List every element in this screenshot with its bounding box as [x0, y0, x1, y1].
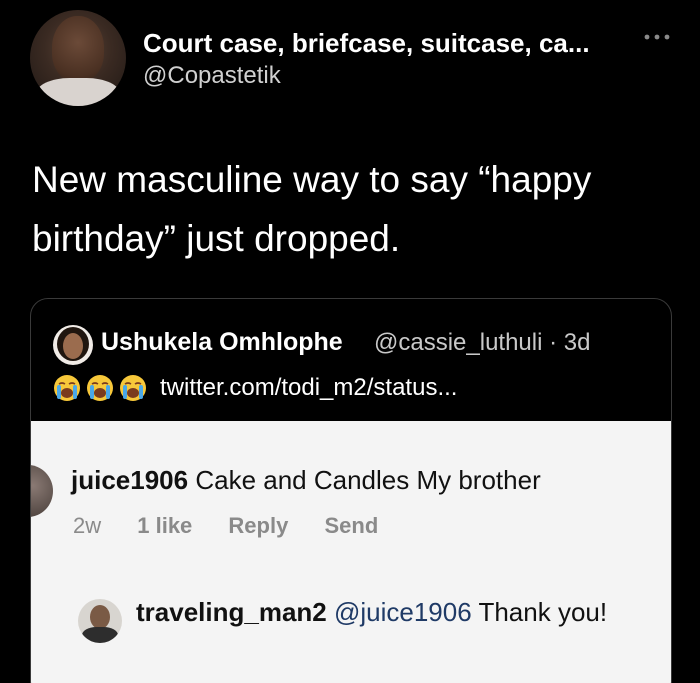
- more-horizontal-icon[interactable]: [642, 30, 672, 44]
- comment-reply-label: Reply: [228, 513, 289, 538]
- quote-author-name[interactable]: Ushukela Omhlophe: [101, 328, 343, 357]
- reply-username: traveling_man2: [136, 597, 327, 627]
- embedded-screenshot[interactable]: juice1906 Cake and Candles My brother 2w…: [31, 421, 671, 683]
- comment-age: 2w: [73, 513, 102, 538]
- reply-mention: @juice1906: [333, 597, 472, 627]
- author-avatar[interactable]: [30, 10, 126, 106]
- avatar-face: [52, 16, 104, 82]
- quoted-tweet-card[interactable]: Ushukela Omhlophe @cassie_luthuli · 3d t…: [30, 298, 672, 683]
- quote-text: twitter.com/todi_m2/status...: [53, 371, 457, 405]
- comment-likes: 1 like: [137, 513, 193, 538]
- quote-link[interactable]: twitter.com/todi_m2/status...: [160, 374, 457, 402]
- comment-1-meta: 2w 1 like Reply Send: [73, 513, 408, 539]
- crying-face-emoji-icon: [87, 375, 113, 401]
- reply-avatar: [78, 599, 122, 643]
- quote-author-handle-time: @cassie_luthuli · 3d: [374, 329, 591, 356]
- crying-face-emoji-icon: [120, 375, 146, 401]
- comment-body: Cake and Candles My brother: [195, 465, 541, 495]
- reply-body: Thank you!: [478, 597, 608, 627]
- comment-2: traveling_man2 @juice1906 Thank you!: [136, 596, 636, 628]
- author-handle[interactable]: @Copastetik: [143, 62, 281, 90]
- avatar-shirt: [36, 78, 120, 106]
- crying-face-emoji-icon: [54, 375, 80, 401]
- author-display-name[interactable]: Court case, briefcase, suitcase, ca...: [143, 28, 590, 59]
- comment-avatar: [31, 465, 53, 517]
- comment-username: juice1906: [71, 465, 189, 495]
- comment-1: juice1906 Cake and Candles My brother: [71, 465, 541, 496]
- quote-author-avatar[interactable]: [53, 325, 93, 365]
- tweet-text: New masculine way to say “happy birthday…: [32, 159, 592, 259]
- comment-send-label: Send: [324, 513, 379, 538]
